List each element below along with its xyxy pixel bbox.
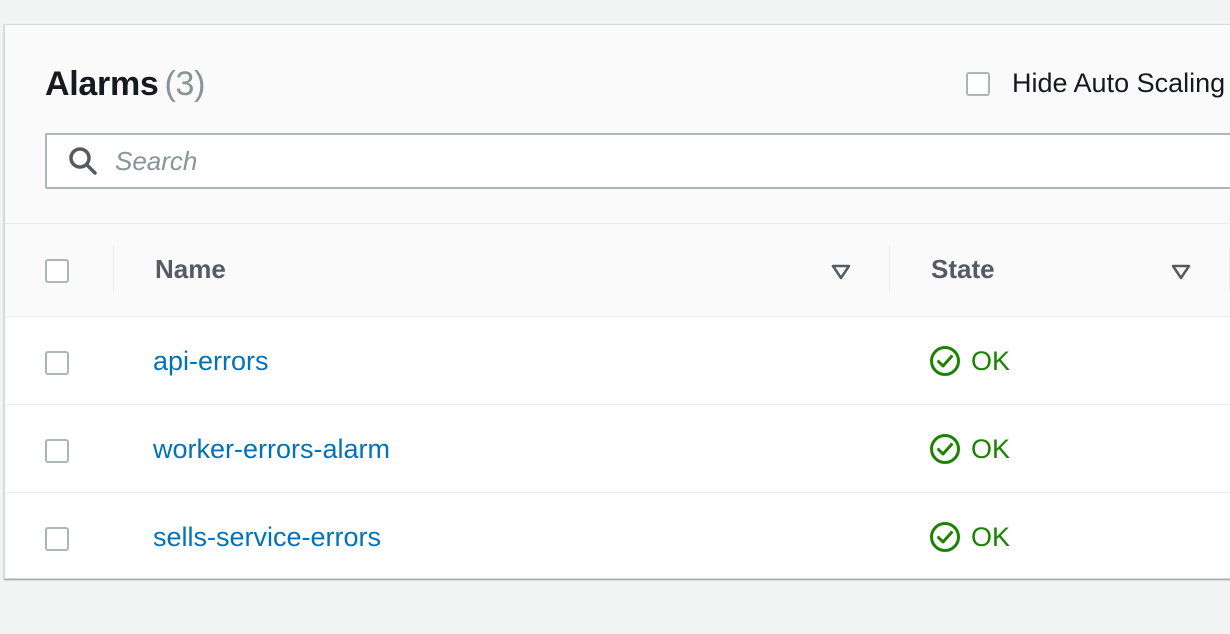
check-circle-icon: [930, 522, 960, 552]
check-circle-icon: [930, 434, 960, 464]
hide-auto-scaling-label: Hide Auto Scaling alarms: [1012, 68, 1230, 98]
page-title: Alarms (3): [45, 65, 205, 104]
search-box[interactable]: [45, 133, 1230, 189]
state-text: OK: [971, 521, 1011, 552]
sort-state-icon[interactable]: [1171, 264, 1191, 280]
alarm-name-link[interactable]: api-errors: [153, 346, 269, 377]
search-input[interactable]: [113, 144, 1017, 178]
check-circle-icon: [930, 346, 960, 376]
table-row[interactable]: worker-errors-alarm OK: [5, 405, 1230, 493]
table-row[interactable]: sells-service-errors OK: [5, 493, 1230, 578]
hide-auto-scaling-toggle[interactable]: Hide Auto Scaling alarms: [966, 68, 1230, 99]
column-divider: [113, 246, 114, 292]
title-text: Alarms: [45, 65, 159, 103]
row-checkbox[interactable]: [45, 351, 69, 375]
alarm-name-link[interactable]: worker-errors-alarm: [153, 434, 390, 465]
alarm-state: OK: [929, 433, 1010, 465]
column-header-state[interactable]: State: [931, 254, 995, 285]
state-text: OK: [971, 433, 1011, 464]
table-header: Name State: [5, 224, 1230, 317]
column-divider: [889, 246, 890, 292]
hide-auto-scaling-checkbox[interactable]: [966, 71, 990, 96]
row-checkbox[interactable]: [45, 439, 69, 463]
state-text: OK: [971, 345, 1011, 376]
column-header-name[interactable]: Name: [155, 254, 226, 285]
sort-name-icon[interactable]: [831, 264, 851, 280]
alarm-count: (3): [164, 65, 206, 103]
alarm-state: OK: [929, 345, 1010, 377]
alarms-panel: Alarms(3) Hide Auto Scaling alarms Name …: [4, 24, 1230, 579]
alarm-state: OK: [929, 521, 1010, 553]
alarms-table: Name State api-errors OK worker-errors-a…: [5, 224, 1230, 578]
table-row[interactable]: api-errors OK: [5, 317, 1230, 405]
alarm-name-link[interactable]: sells-service-errors: [153, 522, 381, 553]
select-all-checkbox[interactable]: [45, 259, 69, 283]
row-checkbox[interactable]: [45, 527, 69, 551]
search-icon: [69, 147, 97, 175]
panel-header: Alarms(3) Hide Auto Scaling alarms: [5, 25, 1230, 224]
